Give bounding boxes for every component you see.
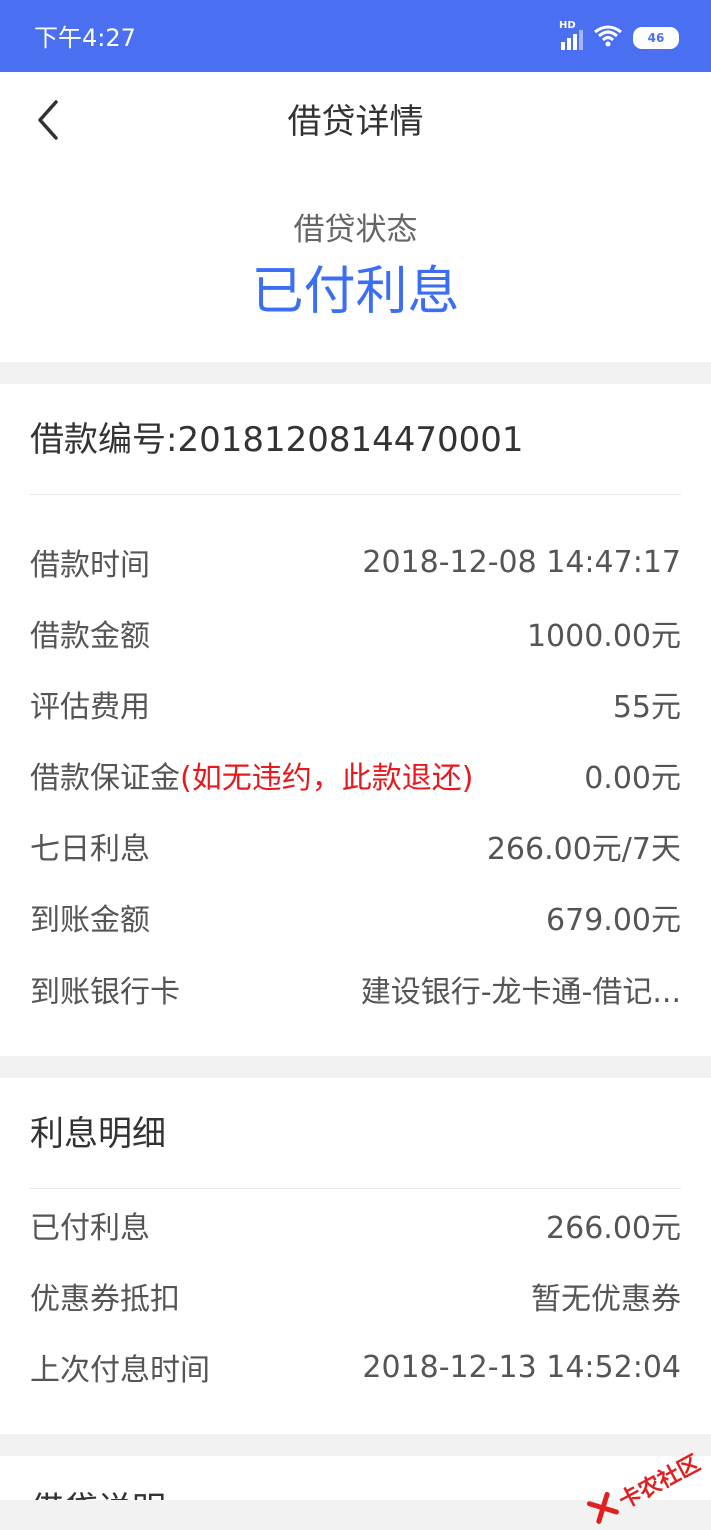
network-type-label: HD [559,20,576,31]
row-value: 1000.00元 [526,619,681,654]
row-label: 评估费用 [30,690,150,725]
row-label: 到账金额 [30,903,150,938]
deposit-label: 借款保证金 [30,761,180,796]
info-row-deposit: 借款保证金(如无违约，此款退还) 0.00元 [30,750,681,800]
loan-status-value: 已付利息 [251,262,460,322]
info-row-loan-time: 借款时间 2018-12-08 14:47:17 [30,537,681,587]
row-value: 暂无优惠券 [531,1282,681,1317]
status-bar: 下午4:27 HD 46 [0,0,711,72]
row-value: 0.00元 [584,761,681,796]
interest-row-last-payment-time: 上次付息时间 2018-12-13 14:52:04 [30,1342,681,1392]
loan-status-label: 借贷状态 [293,212,418,248]
interest-row-paid: 已付利息 266.00元 [30,1200,681,1250]
row-value: 55元 [612,690,681,725]
interest-details-header: 利息明细 [30,1078,681,1189]
info-row-assessment-fee: 评估费用 55元 [30,679,681,729]
row-label: 借款保证金(如无违约，此款退还) [30,753,473,797]
info-row-seven-day-interest: 七日利息 266.00元/7天 [30,821,681,871]
deposit-refund-note: (如无违约，此款退还) [180,761,474,796]
interest-row-coupon: 优惠券抵扣 暂无优惠券 [30,1271,681,1321]
row-label: 上次付息时间 [30,1353,210,1388]
loan-notes-title: 借贷说明 [30,1488,166,1500]
row-label: 优惠券抵扣 [30,1282,180,1317]
page-title: 借贷详情 [287,102,424,142]
loan-number-header: 借款编号:2018120814470001 [30,384,681,495]
interest-details-card: 利息明细 已付利息 266.00元 优惠券抵扣 暂无优惠券 上次付息时间 201… [0,1078,711,1434]
info-row-bank-card[interactable]: 到账银行卡 建设银行-龙卡通-借记... [30,964,681,1014]
loan-info-card: 借款编号:2018120814470001 借款时间 2018-12-08 14… [0,384,711,1056]
loan-status-section: 借贷状态 已付利息 [0,172,711,362]
row-value: 266.00元 [546,1211,681,1246]
loan-number: 借款编号:2018120814470001 [30,420,524,460]
row-label: 七日利息 [30,832,150,867]
battery-icon: 46 [633,27,679,49]
status-icons: HD 46 [559,20,679,54]
row-label: 到账银行卡 [30,975,180,1010]
battery-level: 46 [647,31,665,45]
interest-details-title: 利息明细 [30,1114,166,1154]
signal-icon: HD [559,20,583,50]
status-time: 下午4:27 [34,24,136,52]
info-row-loan-amount: 借款金额 1000.00元 [30,608,681,658]
row-value: 679.00元 [546,903,681,938]
row-label: 借款金额 [30,619,150,654]
nav-bar: 借贷详情 [0,72,711,172]
row-value: 266.00元/7天 [486,832,681,867]
row-label: 借款时间 [30,548,150,583]
wifi-icon [593,24,623,52]
info-row-received-amount: 到账金额 679.00元 [30,892,681,942]
row-value: 2018-12-13 14:52:04 [362,1349,681,1385]
row-label: 已付利息 [30,1211,150,1246]
row-value: 建设银行-龙卡通-借记... [360,975,681,1010]
row-value: 2018-12-08 14:47:17 [362,544,681,580]
